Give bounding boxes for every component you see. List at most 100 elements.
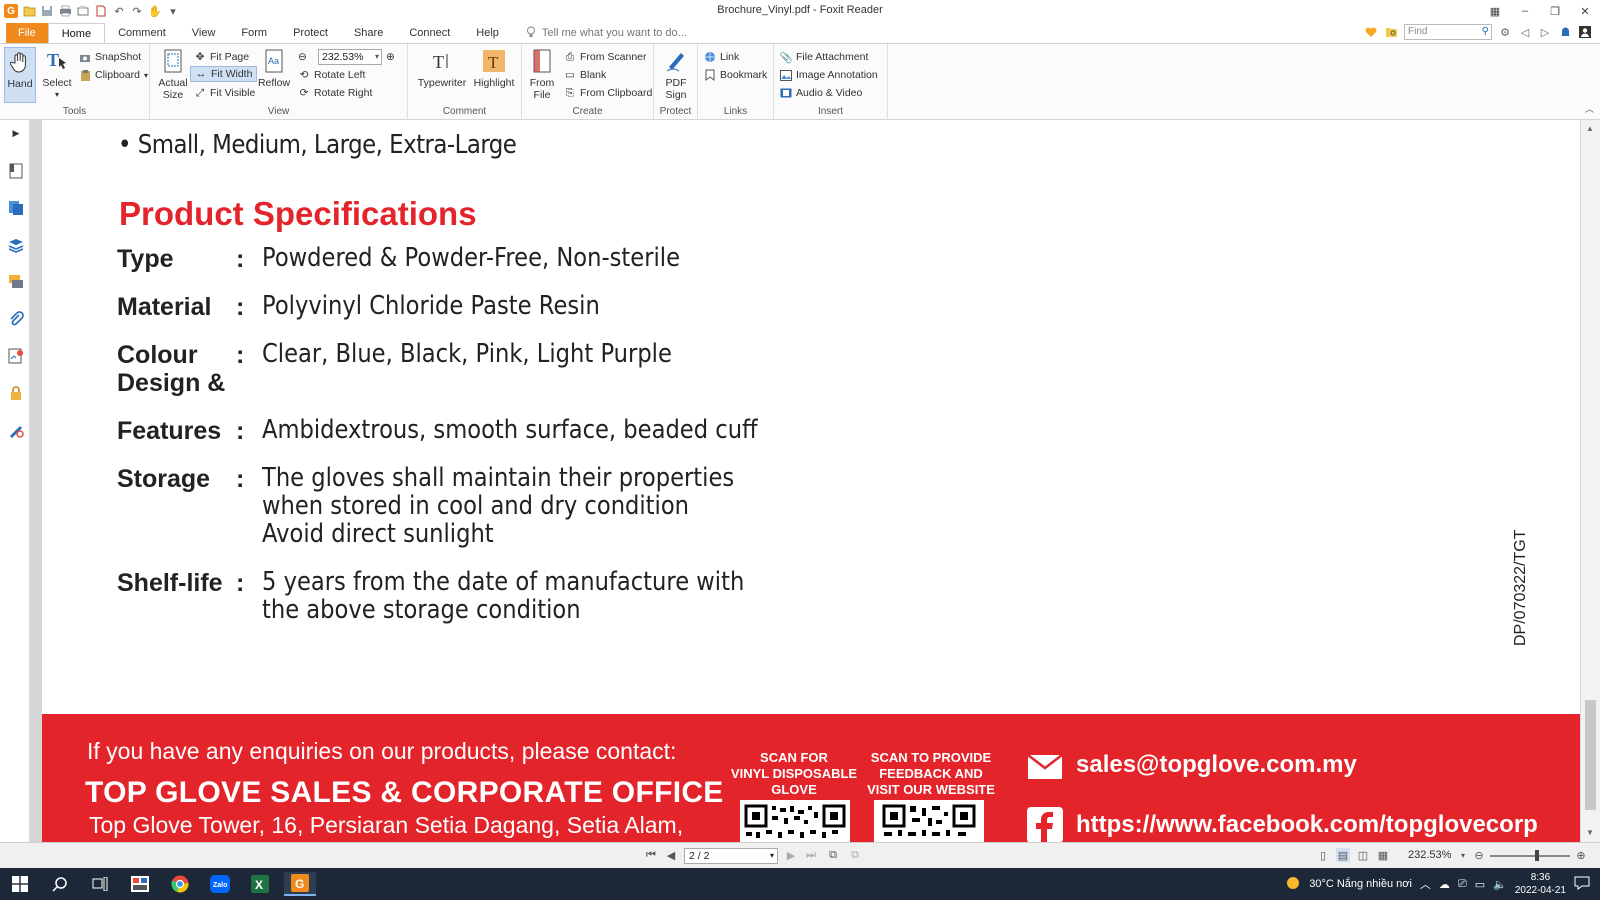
select-button[interactable]: T Select ▾ — [42, 47, 72, 101]
pages-panel-icon[interactable] — [7, 199, 25, 217]
excel-icon[interactable]: X — [244, 872, 276, 896]
tray-chevron-icon[interactable]: ︿ — [1420, 876, 1431, 892]
network-icon[interactable]: ▭ — [1475, 878, 1485, 891]
redo-icon[interactable]: ↷ — [130, 4, 144, 18]
undo-icon[interactable]: ↶ — [112, 4, 126, 18]
pdf-sign-button[interactable]: PDF Sign — [660, 47, 692, 101]
page-number-input[interactable]: 2 / 2 ▾ — [684, 848, 778, 864]
chrome-icon[interactable] — [164, 872, 196, 896]
image-annotation-button[interactable]: Image Annotation — [780, 67, 878, 83]
search-icon[interactable]: ⚲ — [1482, 25, 1489, 39]
minimize-button[interactable]: – — [1510, 0, 1540, 22]
scroll-down-icon[interactable]: ▼ — [1586, 828, 1594, 837]
tab-comment[interactable]: Comment — [105, 23, 179, 43]
blank-button[interactable]: ▭ Blank — [564, 67, 606, 83]
signatures-panel-icon[interactable] — [7, 347, 25, 365]
status-zoom-out-icon[interactable]: ⊖ — [1472, 848, 1486, 862]
status-zoom-value[interactable]: 232.53% — [1408, 849, 1451, 861]
prev-page-icon[interactable]: ◀ — [664, 848, 678, 862]
next-result-icon[interactable]: ▷ — [1538, 25, 1552, 39]
expand-panel-icon[interactable]: ▶ — [7, 124, 25, 142]
onedrive-cloud-icon[interactable]: ☁ — [1439, 878, 1450, 891]
clipboard-button[interactable]: Clipboard ▾ — [79, 67, 148, 83]
select-dropdown-icon[interactable]: ▾ — [55, 89, 59, 101]
audio-video-button[interactable]: Audio & Video — [780, 85, 862, 101]
link-button[interactable]: Link — [704, 49, 739, 65]
rotate-left-button[interactable]: ⟲ Rotate Left — [298, 67, 366, 83]
scroll-up-icon[interactable]: ▲ — [1586, 124, 1594, 133]
foxit-taskbar-icon[interactable]: G — [284, 872, 316, 896]
continuous-facing-icon[interactable]: ▦ — [1376, 848, 1390, 862]
file-attachment-button[interactable]: 📎 File Attachment — [779, 49, 868, 65]
contact-email[interactable]: sales@topglove.com.my — [1076, 751, 1357, 779]
task-view-icon[interactable] — [84, 872, 116, 896]
search-settings-icon[interactable]: ⚙ — [1498, 25, 1512, 39]
status-zoom-dropdown-icon[interactable]: ▾ — [1456, 848, 1470, 862]
restore-button[interactable]: ❐ — [1540, 0, 1570, 22]
clock[interactable]: 8:36 2022-04-21 — [1515, 871, 1566, 897]
print-icon[interactable] — [58, 4, 72, 18]
security-lock-icon[interactable] — [7, 384, 25, 402]
zoom-in-icon[interactable]: ⊕ — [386, 49, 395, 65]
last-page-icon[interactable]: ⏭ — [804, 848, 818, 862]
foxit-logo-icon[interactable]: G — [4, 4, 18, 18]
taskbar-app-news-icon[interactable] — [124, 872, 156, 896]
comments-panel-icon[interactable] — [7, 273, 25, 291]
zoom-slider[interactable] — [1490, 855, 1570, 857]
tab-share[interactable]: Share — [341, 23, 396, 43]
typewriter-button[interactable]: T Typewriter — [416, 47, 468, 89]
zoom-dropdown-icon[interactable]: ▾ — [375, 50, 379, 64]
status-zoom-in-icon[interactable]: ⊕ — [1574, 848, 1588, 862]
fit-width-button[interactable]: ↔ Fit Width — [190, 66, 258, 82]
zoom-select[interactable]: 232.53% ▾ — [318, 49, 382, 65]
open-icon[interactable] — [22, 4, 36, 18]
vertical-scrollbar[interactable]: ▲ ▼ — [1580, 120, 1600, 842]
hand-button[interactable]: Hand — [4, 47, 36, 103]
heart-icon[interactable] — [1364, 25, 1378, 39]
panel-splitter[interactable] — [30, 120, 42, 842]
create-pdf-icon[interactable] — [94, 4, 108, 18]
zoom-out-icon[interactable]: ⊖ — [298, 49, 307, 65]
from-file-button[interactable]: From File — [526, 47, 558, 101]
tab-form[interactable]: Form — [228, 23, 280, 43]
continuous-page-icon[interactable]: ▤ — [1336, 848, 1350, 862]
attachments-panel-icon[interactable] — [7, 310, 25, 328]
clipboard-dropdown-icon[interactable]: ▾ — [144, 71, 148, 80]
page-dropdown-icon[interactable]: ▾ — [770, 849, 774, 863]
fit-page-button[interactable]: ✥ Fit Page — [194, 49, 250, 65]
zalo-icon[interactable]: Zalo — [204, 872, 236, 896]
reflow-button[interactable]: Aa Reflow — [258, 47, 290, 89]
start-windows-icon[interactable] — [4, 872, 36, 896]
zoom-slider-handle[interactable] — [1535, 850, 1539, 861]
single-page-icon[interactable]: ▯ — [1316, 848, 1330, 862]
tell-me-box[interactable]: Tell me what you want to do... — [512, 23, 687, 43]
tab-view[interactable]: View — [179, 23, 229, 43]
hand-tool-icon[interactable]: ✋ — [148, 4, 162, 18]
find-input[interactable]: Find ⚲ — [1404, 24, 1492, 40]
next-view-icon[interactable]: ⧉ — [848, 848, 862, 862]
facing-page-icon[interactable]: ◫ — [1356, 848, 1370, 862]
from-scanner-button[interactable]: ⎙ From Scanner — [564, 49, 647, 65]
bell-icon[interactable] — [1558, 25, 1572, 39]
bookmarks-panel-icon[interactable] — [7, 162, 25, 180]
first-page-icon[interactable]: ⏮ — [644, 848, 658, 862]
contact-facebook[interactable]: https://www.facebook.com/topglovecorp — [1076, 811, 1538, 839]
scroll-thumb[interactable] — [1585, 700, 1596, 810]
highlight-button[interactable]: T Highlight — [472, 47, 516, 89]
bookmark-button[interactable]: Bookmark — [704, 67, 767, 83]
actual-size-button[interactable]: Actual Size — [158, 47, 188, 101]
weather-icon[interactable] — [1285, 875, 1301, 894]
next-page-icon[interactable]: ▶ — [784, 848, 798, 862]
tab-help[interactable]: Help — [463, 23, 512, 43]
previous-view-icon[interactable]: ⧉ — [826, 848, 840, 862]
weather-text[interactable]: 30°C Nắng nhiều nơi — [1309, 878, 1412, 890]
tray-device-icon[interactable]: ⎚ — [1458, 878, 1467, 891]
prev-result-icon[interactable]: ◁ — [1518, 25, 1532, 39]
close-button[interactable]: ✕ — [1570, 0, 1600, 22]
tab-file[interactable]: File — [6, 23, 48, 43]
notifications-icon[interactable] — [1574, 876, 1590, 893]
rotate-right-button[interactable]: ⟳ Rotate Right — [298, 85, 373, 101]
save-icon[interactable] — [40, 4, 54, 18]
customize-dropdown-icon[interactable]: ▾ — [166, 4, 180, 18]
collapse-ribbon-icon[interactable]: ︿ — [1585, 102, 1594, 115]
